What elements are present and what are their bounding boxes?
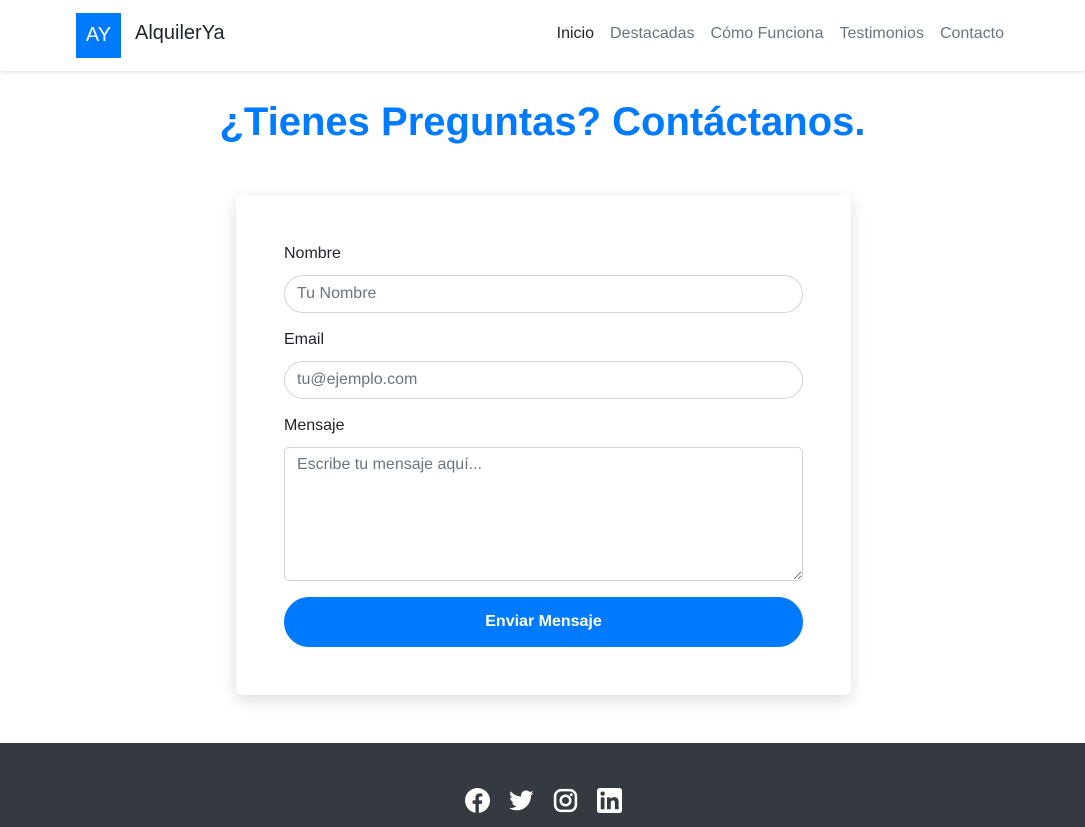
name-input[interactable] — [284, 275, 803, 313]
navbar: AY AlquilerYa Inicio Destacadas Cómo Fun… — [0, 0, 1085, 71]
page-title: ¿Tienes Preguntas? Contáctanos. — [219, 100, 866, 144]
footer — [0, 743, 1085, 827]
nav-link-inicio[interactable]: Inicio — [557, 25, 594, 43]
contact-form-card: Nombre Email Mensaje Enviar Mensaje — [236, 195, 851, 695]
linkedin-icon[interactable] — [597, 788, 622, 813]
name-label: Nombre — [284, 245, 341, 262]
social-icons — [465, 788, 622, 813]
instagram-icon[interactable] — [553, 788, 578, 813]
nav-link-testimonios[interactable]: Testimonios — [839, 25, 923, 43]
brand-name[interactable]: AlquilerYa — [135, 22, 225, 45]
nav-links: Inicio Destacadas Cómo Funciona Testimon… — [557, 25, 1004, 43]
email-label: Email — [284, 331, 325, 348]
nav-link-destacadas[interactable]: Destacadas — [610, 25, 695, 43]
email-input[interactable] — [284, 361, 803, 399]
message-textarea[interactable] — [284, 447, 803, 581]
nav-link-como-funciona[interactable]: Cómo Funciona — [711, 25, 824, 43]
brand-logo[interactable]: AY — [76, 13, 121, 58]
facebook-icon[interactable] — [465, 788, 490, 813]
message-label: Mensaje — [284, 417, 345, 434]
twitter-icon[interactable] — [509, 788, 534, 813]
nav-link-contacto[interactable]: Contacto — [940, 25, 1004, 43]
logo-text: AY — [85, 24, 112, 46]
submit-button[interactable]: Enviar Mensaje — [284, 597, 803, 647]
